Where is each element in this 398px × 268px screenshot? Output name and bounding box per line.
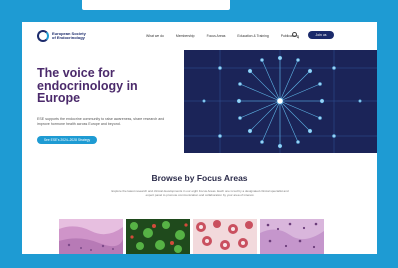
nav-item-education[interactable]: Education & Training — [237, 34, 268, 38]
histology-image-purple — [260, 219, 324, 254]
site-logo[interactable]: European Society of Endocrinology — [37, 30, 86, 42]
top-title: SYSTEMS — [124, 0, 179, 8]
histology-image-green — [126, 219, 190, 254]
site-header: European Society of Endocrinology What w… — [22, 22, 377, 50]
logo-mark-icon — [37, 30, 49, 42]
hero-title-line-1: The voice for — [37, 66, 115, 80]
hero-title-line-3: Europe — [37, 91, 81, 105]
browse-description: Explore the latest research and clinical… — [111, 189, 289, 198]
hero-section: The voice for endocrinology in Europe ES… — [22, 50, 184, 153]
focus-area-tile-4[interactable] — [260, 219, 324, 254]
nav-item-membership[interactable]: Membership — [176, 34, 195, 38]
hero-network-graphic — [184, 50, 377, 153]
logo-line-2: of Endocrinology — [52, 35, 85, 40]
histology-image-pink — [59, 219, 123, 254]
network-illustration — [184, 50, 377, 153]
focus-area-tile-3[interactable] — [193, 219, 257, 254]
focus-area-tile-1[interactable] — [59, 219, 123, 254]
main-nav: What we do Membership Focus Areas Educat… — [146, 34, 299, 38]
histology-image-red — [193, 219, 257, 254]
search-icon[interactable] — [292, 32, 297, 37]
browse-title: Browse by Focus Areas — [151, 173, 248, 183]
focus-area-tile-2[interactable] — [126, 219, 190, 254]
nav-item-what-we-do[interactable]: What we do — [146, 34, 164, 38]
website-screenshot-card: European Society of Endocrinology What w… — [22, 22, 377, 254]
strategy-cta-button[interactable]: See ESE's 2024–2028 Strategy — [37, 136, 97, 144]
join-us-button[interactable]: Join us — [308, 31, 334, 39]
hero-title: The voice for endocrinology in Europe — [37, 67, 177, 105]
hero-description: ESE supports the endocrine community to … — [37, 117, 165, 126]
nav-item-focus-areas[interactable]: Focus Areas — [207, 34, 226, 38]
